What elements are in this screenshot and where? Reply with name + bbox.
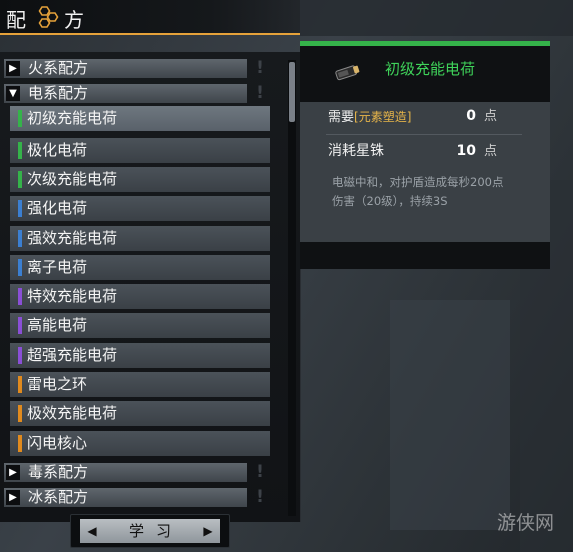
recipe-label: 离子电荷 xyxy=(27,258,88,276)
tier-marker xyxy=(18,435,22,452)
category-electric[interactable]: ▼ 电系配方 xyxy=(4,84,247,103)
category-label: 电系配方 xyxy=(28,84,89,102)
expand-arrow-icon[interactable]: ▶ xyxy=(6,465,20,480)
right-arrow-icon[interactable]: ▶ xyxy=(200,522,216,540)
scrollbar-thumb[interactable] xyxy=(289,62,295,122)
recipe-label: 次级充能电荷 xyxy=(27,170,118,188)
description-line: 电磁中和，对护盾造成每秒200点 xyxy=(332,175,504,189)
tier-marker xyxy=(18,142,22,159)
requirement-label: 需要 xyxy=(328,110,355,125)
category-label: 毒系配方 xyxy=(28,463,89,481)
tier-marker xyxy=(18,171,22,188)
category-fire[interactable]: ▶ 火系配方 xyxy=(4,59,247,78)
hexagon-cluster-icon xyxy=(38,6,59,28)
recipe-label: 闪电核心 xyxy=(27,434,88,452)
category-label: 冰系配方 xyxy=(28,488,89,506)
tier-marker xyxy=(18,347,22,364)
requirement-row: 需要[元素塑造] xyxy=(328,108,411,127)
alert-icon: ! xyxy=(256,83,264,103)
alert-icon: ! xyxy=(256,58,264,78)
learn-label: 学习 xyxy=(128,522,183,540)
requirement-unit: 点 xyxy=(484,109,498,124)
game-screen: { "title": { "left": "配", "right": "方", … xyxy=(0,0,573,552)
recipe-list-scrollbar[interactable] xyxy=(288,60,296,516)
collapse-arrow-icon[interactable]: ▼ xyxy=(6,86,20,101)
title-underline xyxy=(0,33,300,35)
recipe-item[interactable]: 次级充能电荷 xyxy=(10,167,270,192)
expand-arrow-icon[interactable]: ▶ xyxy=(6,490,20,505)
page-title-right: 方 xyxy=(64,8,84,32)
recipe-item[interactable]: 离子电荷 xyxy=(10,255,270,280)
cost-value: 10 xyxy=(456,143,476,159)
alert-icon: ! xyxy=(256,462,264,482)
requirement-value: 0 xyxy=(466,108,476,124)
recipe-label: 初级充能电荷 xyxy=(27,109,118,127)
tier-marker xyxy=(18,110,22,127)
tier-marker xyxy=(18,200,22,217)
recipe-item[interactable]: 强化电荷 xyxy=(10,196,270,221)
learn-control: ◀ 学习 ▶ xyxy=(70,514,230,548)
energy-cell-icon xyxy=(335,65,360,81)
recipe-label: 雷电之环 xyxy=(27,375,88,393)
cost-unit: 点 xyxy=(484,144,498,159)
background-column xyxy=(390,300,510,530)
recipe-label: 高能电荷 xyxy=(27,316,88,334)
recipe-item[interactable]: 极化电荷 xyxy=(10,138,270,163)
tier-marker xyxy=(18,288,22,305)
recipe-label: 强化电荷 xyxy=(27,199,88,217)
detail-title: 初级充能电荷 xyxy=(385,60,476,78)
tier-marker xyxy=(18,259,22,276)
cost-label: 消耗星铢 xyxy=(328,143,384,159)
requirement-tag: [元素塑造] xyxy=(354,110,412,124)
watermark-logo: 游侠网 xyxy=(497,512,555,534)
recipe-item[interactable]: 极效充能电荷 xyxy=(10,401,270,426)
divider xyxy=(326,134,522,135)
page-title-left: 配 xyxy=(6,8,26,32)
background-panel xyxy=(300,0,573,36)
alert-icon: ! xyxy=(256,487,264,507)
tier-marker xyxy=(18,405,22,422)
recipe-label: 特效充能电荷 xyxy=(27,287,118,305)
recipe-item[interactable]: 闪电核心 xyxy=(10,431,270,456)
recipe-item[interactable]: 超强充能电荷 xyxy=(10,343,270,368)
recipe-item[interactable]: 特效充能电荷 xyxy=(10,284,270,309)
category-label: 火系配方 xyxy=(28,59,89,77)
recipe-label: 超强充能电荷 xyxy=(27,346,118,364)
recipe-label: 强效充能电荷 xyxy=(27,229,118,247)
recipe-label: 极化电荷 xyxy=(27,141,88,159)
category-ice[interactable]: ▶ 冰系配方 xyxy=(4,488,247,507)
expand-arrow-icon[interactable]: ▶ xyxy=(6,61,20,76)
recipe-item[interactable]: 初级充能电荷 xyxy=(10,106,270,131)
tier-marker xyxy=(18,317,22,334)
description: 电磁中和，对护盾造成每秒200点 伤害（20级），持续3S xyxy=(332,173,532,211)
tier-marker xyxy=(18,376,22,393)
left-arrow-icon[interactable]: ◀ xyxy=(84,522,100,540)
description-line: 伤害（20级），持续3S xyxy=(332,194,448,208)
category-poison[interactable]: ▶ 毒系配方 xyxy=(4,463,247,482)
recipe-item[interactable]: 强效充能电荷 xyxy=(10,226,270,251)
recipe-item[interactable]: 高能电荷 xyxy=(10,313,270,338)
recipe-item[interactable]: 雷电之环 xyxy=(10,372,270,397)
recipe-label: 极效充能电荷 xyxy=(27,404,118,422)
detail-footer xyxy=(300,242,550,269)
tier-marker xyxy=(18,230,22,247)
learn-button[interactable]: ◀ 学习 ▶ xyxy=(80,519,220,543)
